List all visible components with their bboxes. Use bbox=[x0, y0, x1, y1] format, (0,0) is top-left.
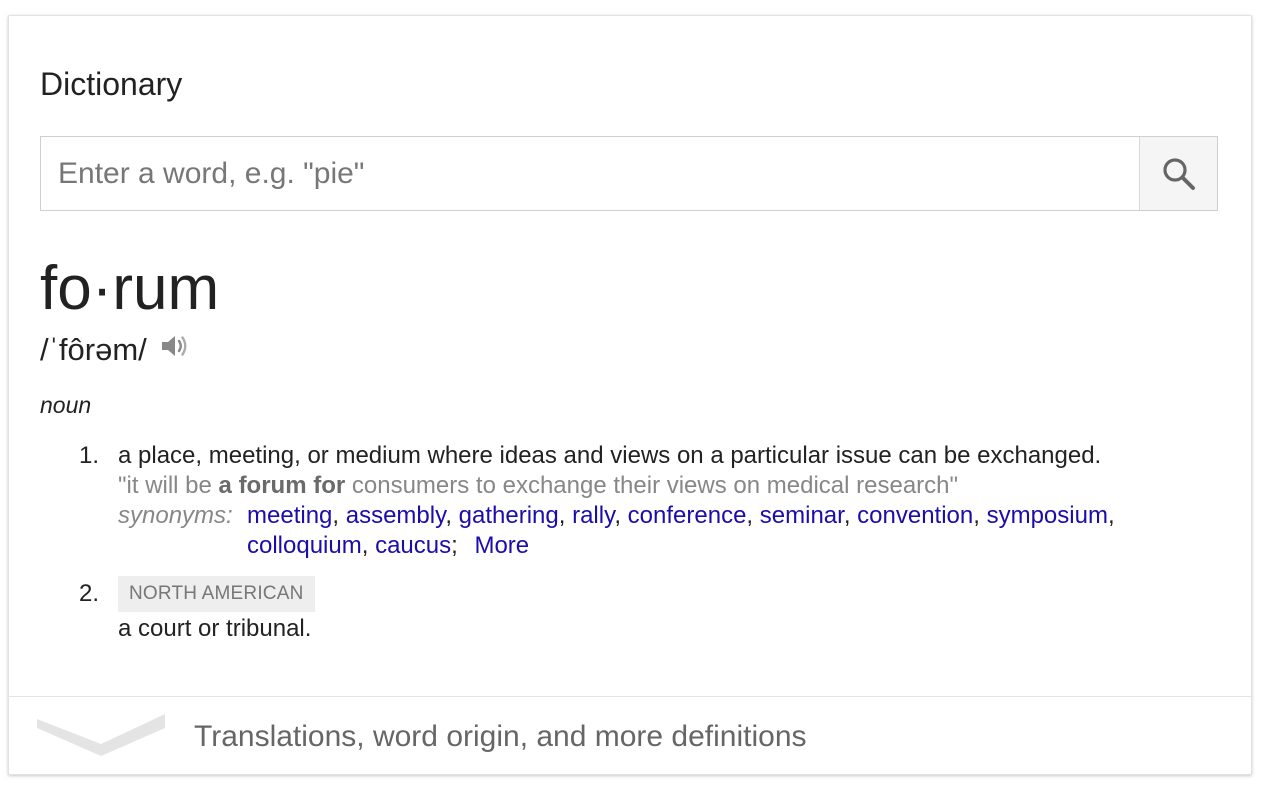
example-highlight: a forum for bbox=[218, 472, 346, 499]
definition-number: 1. bbox=[79, 442, 100, 469]
headword: fo·rum bbox=[40, 254, 220, 323]
pronunciation-row: /ˈfôrəm/ bbox=[40, 330, 189, 370]
more-definitions-footer[interactable]: Translations, word origin, and more defi… bbox=[9, 696, 1251, 774]
footer-label: Translations, word origin, and more defi… bbox=[194, 720, 807, 753]
synonym-link[interactable]: symposium bbox=[987, 502, 1108, 529]
synonym-link[interactable]: meeting bbox=[247, 502, 332, 529]
speaker-icon[interactable] bbox=[159, 330, 189, 370]
definition-text: a court or tribunal. bbox=[118, 615, 312, 642]
definition-example: "it will be a forum for consumers to exc… bbox=[118, 472, 959, 499]
synonyms-list: meeting, assembly, gathering, rally, con… bbox=[247, 502, 1115, 559]
definition-body: a place, meeting, or medium where ideas … bbox=[118, 441, 1198, 561]
definition-text: a place, meeting, or medium where ideas … bbox=[118, 442, 1102, 469]
search-input[interactable] bbox=[41, 137, 1139, 210]
synonym-link[interactable]: colloquium bbox=[247, 532, 362, 559]
synonym-link[interactable]: seminar bbox=[760, 502, 844, 529]
part-of-speech: noun bbox=[40, 392, 92, 418]
search-icon bbox=[1162, 157, 1195, 190]
synonym-link[interactable]: caucus bbox=[375, 532, 451, 559]
chevron-down-icon bbox=[37, 714, 165, 756]
search-button[interactable] bbox=[1139, 137, 1217, 210]
more-synonyms-link[interactable]: More bbox=[474, 532, 529, 559]
definition-number: 2. bbox=[79, 580, 100, 607]
region-badge: NORTH AMERICAN bbox=[118, 576, 315, 612]
synonym-link[interactable]: rally bbox=[572, 502, 614, 529]
search-box bbox=[40, 136, 1218, 211]
definition-body: NORTH AMERICAN a court or tribunal. bbox=[118, 576, 1198, 644]
synonym-link[interactable]: conference bbox=[628, 502, 747, 529]
synonym-link[interactable]: assembly bbox=[346, 502, 446, 529]
synonym-link[interactable]: convention bbox=[857, 502, 973, 529]
dictionary-card: Dictionary fo·rum /ˈfôrəm/ noun 1. a pla… bbox=[8, 15, 1252, 775]
synonyms-label: synonyms: bbox=[118, 502, 233, 529]
card-title: Dictionary bbox=[40, 66, 183, 102]
synonym-link[interactable]: gathering bbox=[459, 502, 559, 529]
synonyms-row: synonyms: meeting, assembly, gathering, … bbox=[118, 501, 1198, 561]
pronunciation: /ˈfôrəm/ bbox=[40, 332, 147, 367]
